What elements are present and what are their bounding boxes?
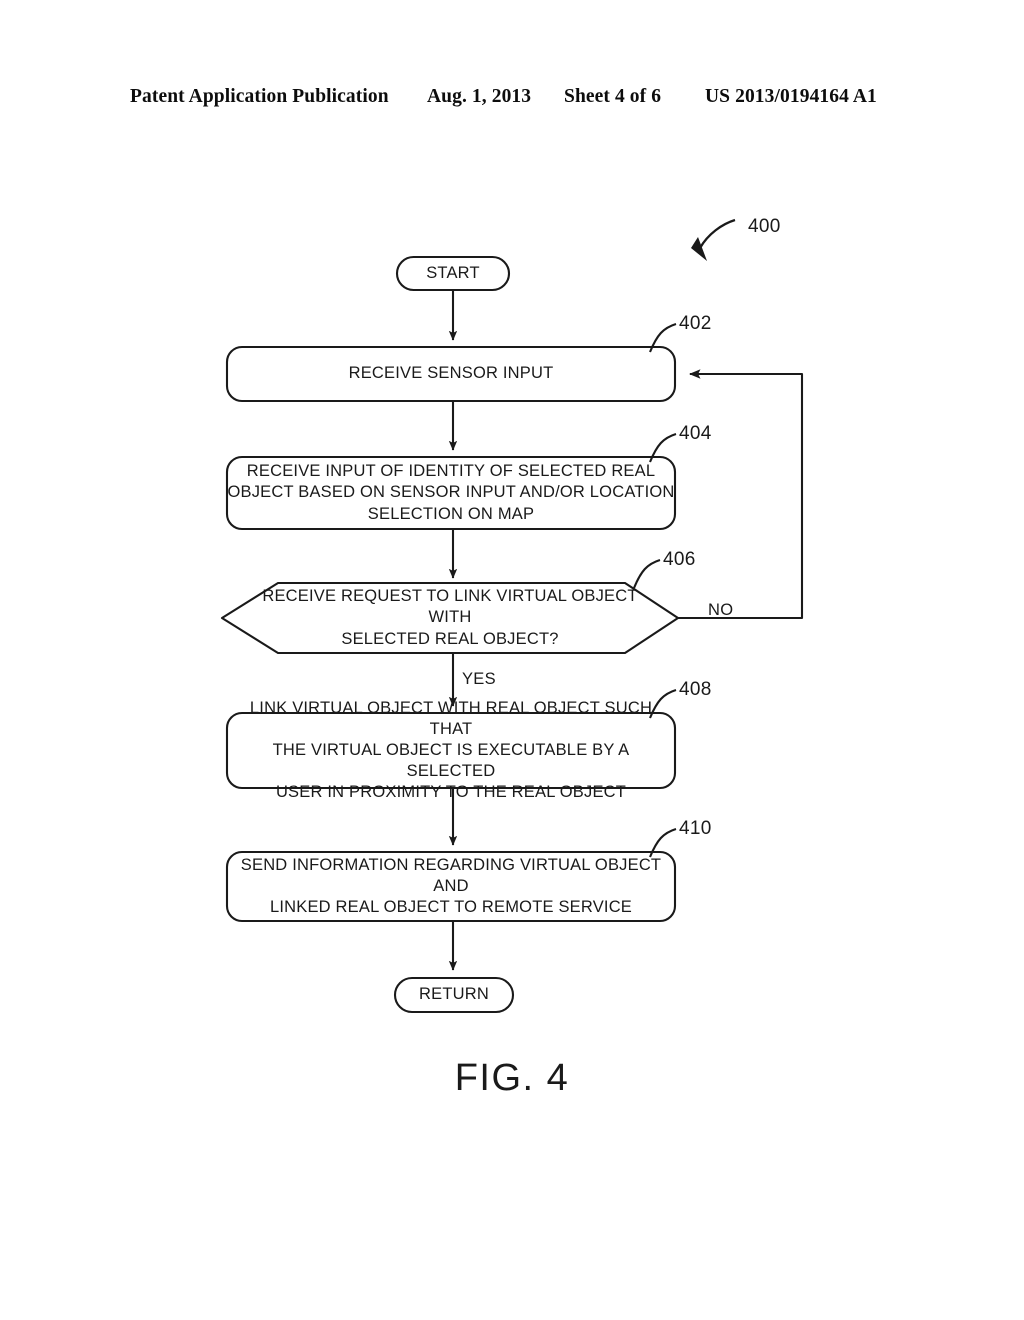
figure-ref-arrow-400 xyxy=(691,218,736,261)
return-terminal-label: RETURN xyxy=(419,985,489,1004)
ref-numeral-408: 408 xyxy=(679,679,712,700)
start-terminal-label: START xyxy=(426,263,480,282)
flowchart-figure xyxy=(220,218,804,1014)
ref-numeral-406: 406 xyxy=(663,549,696,570)
process-410-label: SEND INFORMATION REGARDING VIRTUAL OBJEC… xyxy=(240,855,662,917)
process-402-label: RECEIVE SENSOR INPUT xyxy=(348,364,554,383)
decision-406-label: RECEIVE REQUEST TO LINK VIRTUAL OBJECT W… xyxy=(262,587,638,648)
figure-caption: FIG. 4 xyxy=(454,1057,570,1099)
branch-label-yes: YES xyxy=(462,670,496,688)
connector-406-no-feedback xyxy=(678,369,804,620)
ref-numeral-400: 400 xyxy=(748,216,781,237)
ref-numeral-402: 402 xyxy=(679,313,712,334)
ref-numeral-404: 404 xyxy=(679,423,712,444)
branch-label-no: NO xyxy=(708,601,734,619)
process-404-label: RECEIVE INPUT OF IDENTITY OF SELECTED RE… xyxy=(227,462,675,523)
process-408-label: LINK VIRTUAL OBJECT WITH REAL OBJECT SUC… xyxy=(249,698,653,802)
ref-numeral-410: 410 xyxy=(679,818,712,839)
